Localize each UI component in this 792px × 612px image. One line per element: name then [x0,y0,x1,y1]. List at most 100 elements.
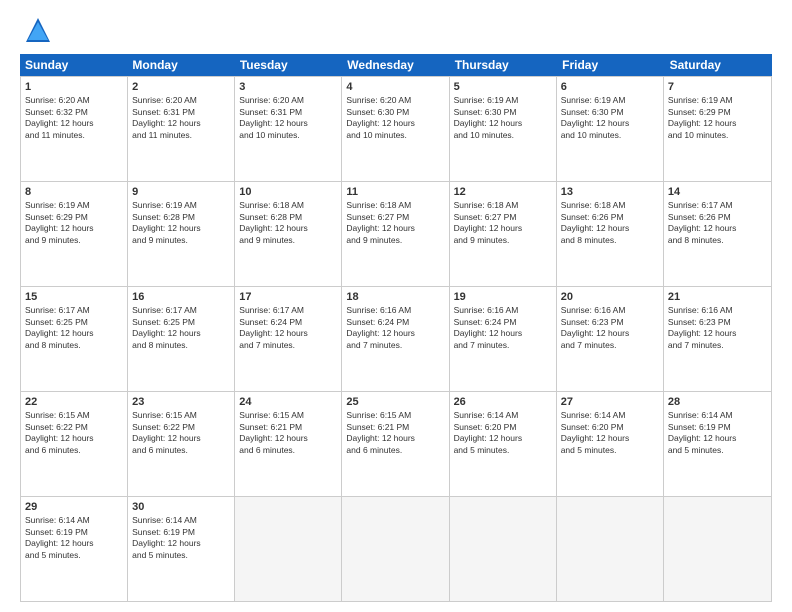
weekday-header: Wednesday [342,54,449,76]
calendar-row: 15Sunrise: 6:17 AMSunset: 6:25 PMDayligh… [21,286,771,391]
cell-details: Sunrise: 6:14 AMSunset: 6:20 PMDaylight:… [454,410,552,456]
day-number: 17 [239,290,337,304]
day-number: 7 [668,80,767,94]
cell-details: Sunrise: 6:16 AMSunset: 6:23 PMDaylight:… [668,305,767,351]
cell-details: Sunrise: 6:14 AMSunset: 6:19 PMDaylight:… [25,515,123,561]
day-number: 16 [132,290,230,304]
cell-details: Sunrise: 6:16 AMSunset: 6:23 PMDaylight:… [561,305,659,351]
calendar-cell [235,497,342,601]
day-number: 27 [561,395,659,409]
calendar-cell [342,497,449,601]
cell-details: Sunrise: 6:15 AMSunset: 6:22 PMDaylight:… [132,410,230,456]
calendar-cell: 2Sunrise: 6:20 AMSunset: 6:31 PMDaylight… [128,77,235,181]
calendar-cell: 21Sunrise: 6:16 AMSunset: 6:23 PMDayligh… [664,287,771,391]
calendar-cell: 25Sunrise: 6:15 AMSunset: 6:21 PMDayligh… [342,392,449,496]
day-number: 5 [454,80,552,94]
calendar-cell: 27Sunrise: 6:14 AMSunset: 6:20 PMDayligh… [557,392,664,496]
calendar-cell: 17Sunrise: 6:17 AMSunset: 6:24 PMDayligh… [235,287,342,391]
day-number: 29 [25,500,123,514]
day-number: 11 [346,185,444,199]
day-number: 24 [239,395,337,409]
day-number: 26 [454,395,552,409]
cell-details: Sunrise: 6:20 AMSunset: 6:32 PMDaylight:… [25,95,123,141]
calendar-page: SundayMondayTuesdayWednesdayThursdayFrid… [0,0,792,612]
calendar-cell: 14Sunrise: 6:17 AMSunset: 6:26 PMDayligh… [664,182,771,286]
calendar-cell: 15Sunrise: 6:17 AMSunset: 6:25 PMDayligh… [21,287,128,391]
day-number: 30 [132,500,230,514]
weekday-header: Sunday [20,54,127,76]
cell-details: Sunrise: 6:17 AMSunset: 6:25 PMDaylight:… [25,305,123,351]
cell-details: Sunrise: 6:14 AMSunset: 6:19 PMDaylight:… [132,515,230,561]
day-number: 10 [239,185,337,199]
logo [20,16,52,44]
cell-details: Sunrise: 6:18 AMSunset: 6:27 PMDaylight:… [454,200,552,246]
day-number: 12 [454,185,552,199]
cell-details: Sunrise: 6:14 AMSunset: 6:19 PMDaylight:… [668,410,767,456]
calendar-cell: 5Sunrise: 6:19 AMSunset: 6:30 PMDaylight… [450,77,557,181]
day-number: 20 [561,290,659,304]
calendar-cell: 26Sunrise: 6:14 AMSunset: 6:20 PMDayligh… [450,392,557,496]
cell-details: Sunrise: 6:15 AMSunset: 6:21 PMDaylight:… [346,410,444,456]
day-number: 14 [668,185,767,199]
day-number: 23 [132,395,230,409]
day-number: 13 [561,185,659,199]
day-number: 18 [346,290,444,304]
calendar-cell: 20Sunrise: 6:16 AMSunset: 6:23 PMDayligh… [557,287,664,391]
calendar-cell: 19Sunrise: 6:16 AMSunset: 6:24 PMDayligh… [450,287,557,391]
cell-details: Sunrise: 6:19 AMSunset: 6:30 PMDaylight:… [561,95,659,141]
calendar-row: 8Sunrise: 6:19 AMSunset: 6:29 PMDaylight… [21,181,771,286]
calendar-cell: 24Sunrise: 6:15 AMSunset: 6:21 PMDayligh… [235,392,342,496]
day-number: 1 [25,80,123,94]
cell-details: Sunrise: 6:19 AMSunset: 6:30 PMDaylight:… [454,95,552,141]
header [20,16,772,44]
calendar: SundayMondayTuesdayWednesdayThursdayFrid… [20,54,772,602]
calendar-cell: 16Sunrise: 6:17 AMSunset: 6:25 PMDayligh… [128,287,235,391]
day-number: 28 [668,395,767,409]
weekday-header: Monday [127,54,234,76]
cell-details: Sunrise: 6:17 AMSunset: 6:24 PMDaylight:… [239,305,337,351]
cell-details: Sunrise: 6:17 AMSunset: 6:25 PMDaylight:… [132,305,230,351]
weekday-header: Friday [557,54,664,76]
calendar-cell [450,497,557,601]
cell-details: Sunrise: 6:15 AMSunset: 6:21 PMDaylight:… [239,410,337,456]
cell-details: Sunrise: 6:19 AMSunset: 6:29 PMDaylight:… [25,200,123,246]
weekday-header: Saturday [665,54,772,76]
cell-details: Sunrise: 6:19 AMSunset: 6:28 PMDaylight:… [132,200,230,246]
cell-details: Sunrise: 6:15 AMSunset: 6:22 PMDaylight:… [25,410,123,456]
day-number: 25 [346,395,444,409]
calendar-cell: 9Sunrise: 6:19 AMSunset: 6:28 PMDaylight… [128,182,235,286]
calendar-cell: 29Sunrise: 6:14 AMSunset: 6:19 PMDayligh… [21,497,128,601]
calendar-cell: 10Sunrise: 6:18 AMSunset: 6:28 PMDayligh… [235,182,342,286]
cell-details: Sunrise: 6:16 AMSunset: 6:24 PMDaylight:… [454,305,552,351]
calendar-cell: 7Sunrise: 6:19 AMSunset: 6:29 PMDaylight… [664,77,771,181]
day-number: 15 [25,290,123,304]
day-number: 6 [561,80,659,94]
calendar-cell: 4Sunrise: 6:20 AMSunset: 6:30 PMDaylight… [342,77,449,181]
calendar-cell: 3Sunrise: 6:20 AMSunset: 6:31 PMDaylight… [235,77,342,181]
day-number: 21 [668,290,767,304]
day-number: 19 [454,290,552,304]
calendar-row: 1Sunrise: 6:20 AMSunset: 6:32 PMDaylight… [21,76,771,181]
day-number: 22 [25,395,123,409]
calendar-header: SundayMondayTuesdayWednesdayThursdayFrid… [20,54,772,76]
day-number: 8 [25,185,123,199]
calendar-cell: 1Sunrise: 6:20 AMSunset: 6:32 PMDaylight… [21,77,128,181]
calendar-cell: 18Sunrise: 6:16 AMSunset: 6:24 PMDayligh… [342,287,449,391]
cell-details: Sunrise: 6:14 AMSunset: 6:20 PMDaylight:… [561,410,659,456]
calendar-cell: 22Sunrise: 6:15 AMSunset: 6:22 PMDayligh… [21,392,128,496]
cell-details: Sunrise: 6:20 AMSunset: 6:31 PMDaylight:… [132,95,230,141]
calendar-body: 1Sunrise: 6:20 AMSunset: 6:32 PMDaylight… [20,76,772,602]
cell-details: Sunrise: 6:18 AMSunset: 6:26 PMDaylight:… [561,200,659,246]
cell-details: Sunrise: 6:19 AMSunset: 6:29 PMDaylight:… [668,95,767,141]
calendar-cell: 28Sunrise: 6:14 AMSunset: 6:19 PMDayligh… [664,392,771,496]
weekday-header: Tuesday [235,54,342,76]
weekday-header: Thursday [450,54,557,76]
calendar-cell: 23Sunrise: 6:15 AMSunset: 6:22 PMDayligh… [128,392,235,496]
calendar-cell: 11Sunrise: 6:18 AMSunset: 6:27 PMDayligh… [342,182,449,286]
calendar-cell: 30Sunrise: 6:14 AMSunset: 6:19 PMDayligh… [128,497,235,601]
calendar-cell: 12Sunrise: 6:18 AMSunset: 6:27 PMDayligh… [450,182,557,286]
calendar-row: 29Sunrise: 6:14 AMSunset: 6:19 PMDayligh… [21,496,771,601]
day-number: 4 [346,80,444,94]
cell-details: Sunrise: 6:18 AMSunset: 6:27 PMDaylight:… [346,200,444,246]
logo-icon [24,16,52,44]
